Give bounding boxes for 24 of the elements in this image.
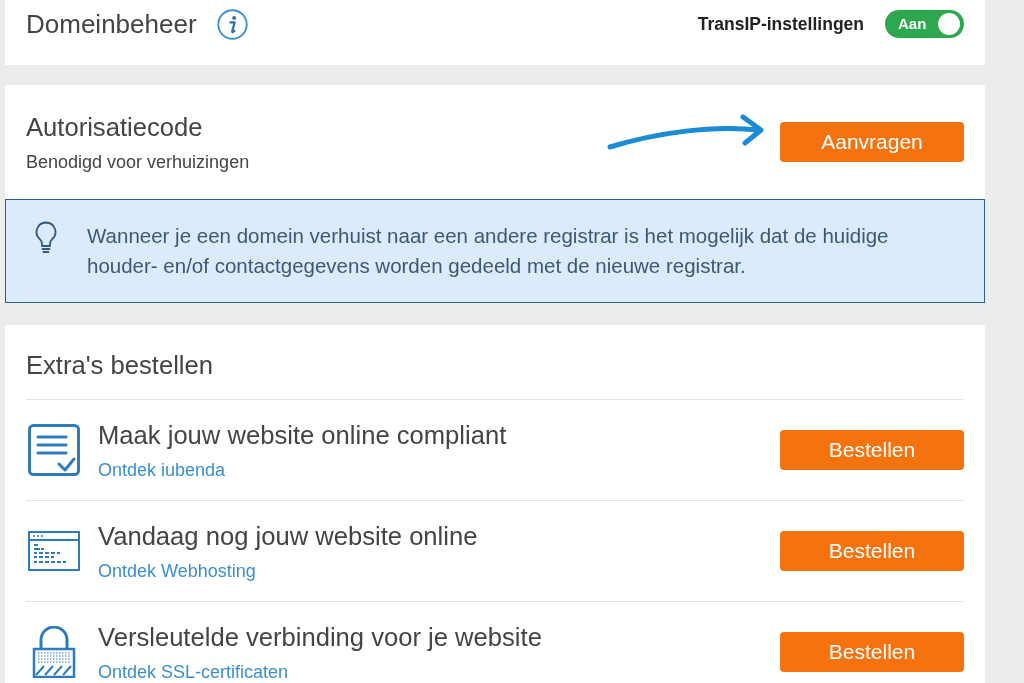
section-title: Autorisatiecode xyxy=(26,112,203,142)
order-button[interactable]: Bestellen xyxy=(780,632,964,672)
product-link[interactable]: Ontdek iubenda xyxy=(98,460,226,480)
lightbulb-icon xyxy=(35,221,57,255)
product-title: Maak jouw website online compliant xyxy=(98,420,507,450)
product-title: Vandaag nog jouw website online xyxy=(98,521,478,551)
page-title: Domeinbeheer xyxy=(26,9,197,39)
info-icon[interactable] xyxy=(216,8,248,40)
request-button[interactable]: Aanvragen xyxy=(780,122,964,162)
section-title: Extra's bestellen xyxy=(26,351,213,379)
toggle-knob xyxy=(938,13,960,35)
padlock-icon xyxy=(32,626,76,678)
curved-arrow-icon xyxy=(606,112,766,152)
order-button[interactable]: Bestellen xyxy=(780,531,964,571)
order-button[interactable]: Bestellen xyxy=(780,430,964,470)
product-link[interactable]: Ontdek Webhosting xyxy=(98,561,256,581)
notice-text: Wanneer je een domein verhuist naar een andere registrar is het mogelijk dat de huidige houder- en/of contactgegevens worden gedeeld met de nieuwe registrar. xyxy=(87,223,890,279)
product-title: Versleutelde verbinding voor je website xyxy=(98,622,542,652)
section-subtitle: Benodigd voor verhuizingen xyxy=(26,152,250,172)
document-check-icon xyxy=(28,424,80,476)
product-link[interactable]: Ontdek SSL-certificaten xyxy=(98,662,289,682)
browser-window-icon xyxy=(28,531,80,571)
toggle-switch[interactable]: Aan xyxy=(885,10,964,38)
setting-label: TransIP-instellingen xyxy=(697,12,864,36)
